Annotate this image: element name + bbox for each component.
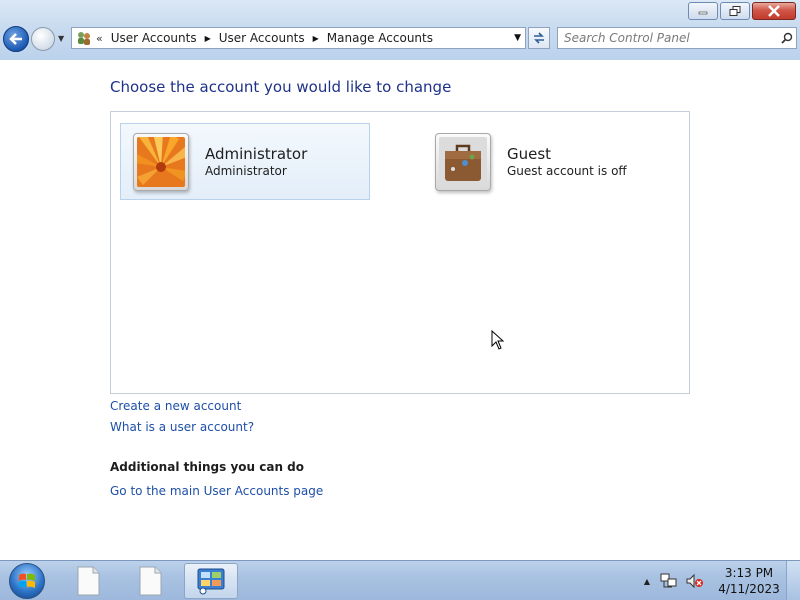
account-tile-administrator[interactable]: Administrator Administrator — [120, 123, 370, 200]
clock-time: 3:13 PM — [724, 566, 774, 580]
close-button[interactable] — [752, 2, 796, 20]
address-dropdown-icon[interactable]: ▼ — [514, 33, 521, 43]
account-picture — [133, 132, 189, 191]
breadcrumb-arrow-icon[interactable]: ▶ — [313, 34, 319, 43]
network-icon[interactable] — [660, 573, 678, 589]
breadcrumb-item-user-accounts-root[interactable]: User Accounts — [111, 31, 197, 45]
mouse-pointer-icon — [491, 330, 505, 350]
create-account-link[interactable]: Create a new account — [110, 399, 241, 413]
document-icon — [77, 566, 100, 596]
show-desktop-button[interactable] — [786, 561, 800, 600]
account-name: Administrator — [205, 144, 308, 163]
search-input[interactable] — [558, 29, 778, 47]
main-user-accounts-link[interactable]: Go to the main User Accounts page — [110, 484, 323, 498]
what-is-user-account-link[interactable]: What is a user account? — [110, 420, 254, 434]
main-content: Choose the account you would like to cha… — [0, 60, 800, 560]
volume-muted-icon[interactable] — [686, 573, 704, 589]
breadcrumb: « User Accounts ▶ User Accounts ▶ Manage… — [96, 31, 433, 45]
window-chrome: ▼ « User Accounts ▶ User Accounts ▶ Mana… — [0, 0, 800, 60]
taskbar: ▲ 3:13 PM 4/11/2023 — [0, 560, 800, 600]
user-accounts-icon — [78, 32, 90, 45]
account-type: Administrator — [205, 163, 287, 178]
show-hidden-icons-icon[interactable]: ▲ — [644, 577, 650, 586]
document-icon — [139, 566, 162, 596]
refresh-button[interactable] — [528, 27, 550, 49]
window-controls — [688, 2, 796, 20]
restore-button[interactable] — [720, 2, 750, 20]
clock-date: 4/11/2023 — [718, 582, 780, 596]
windows-logo-icon — [9, 563, 45, 599]
accounts-panel: Administrator Administrator Guest Guest … — [110, 111, 690, 394]
system-clock[interactable]: 3:13 PM 4/11/2023 — [712, 565, 786, 597]
briefcase-picture — [439, 136, 487, 187]
taskbar-document-button-1[interactable] — [61, 563, 115, 599]
taskbar-document-button-2[interactable] — [123, 563, 177, 599]
control-panel-icon — [197, 568, 225, 595]
minimize-icon — [698, 11, 708, 15]
restore-icon — [729, 6, 741, 16]
taskbar-control-panel-button[interactable] — [184, 563, 238, 599]
account-name: Guest — [507, 144, 552, 163]
breadcrumb-arrow-icon[interactable]: ▶ — [205, 34, 211, 43]
breadcrumb-item-user-accounts[interactable]: User Accounts — [219, 31, 305, 45]
search-box[interactable] — [557, 27, 797, 49]
orange-flower-picture — [137, 136, 185, 187]
minimize-button[interactable] — [688, 2, 718, 20]
breadcrumb-item-manage-accounts[interactable]: Manage Accounts — [327, 31, 433, 45]
refresh-icon — [534, 32, 544, 44]
start-button[interactable] — [4, 562, 50, 600]
account-status: Guest account is off — [507, 163, 627, 178]
additional-things-heading: Additional things you can do — [110, 460, 305, 474]
address-bar[interactable]: « User Accounts ▶ User Accounts ▶ Manage… — [71, 27, 526, 49]
close-icon — [768, 5, 780, 17]
account-picture — [435, 132, 491, 191]
breadcrumb-overflow-icon[interactable]: « — [96, 32, 103, 45]
page-title: Choose the account you would like to cha… — [110, 78, 452, 96]
forward-button[interactable] — [31, 27, 55, 51]
recent-pages-dropdown[interactable]: ▼ — [58, 34, 64, 43]
account-tile-guest[interactable]: Guest Guest account is off — [423, 123, 673, 200]
back-arrow-icon — [9, 33, 22, 45]
search-icon[interactable] — [778, 32, 796, 44]
notification-area: ▲ 3:13 PM 4/11/2023 — [644, 561, 800, 600]
back-button[interactable] — [3, 26, 29, 52]
